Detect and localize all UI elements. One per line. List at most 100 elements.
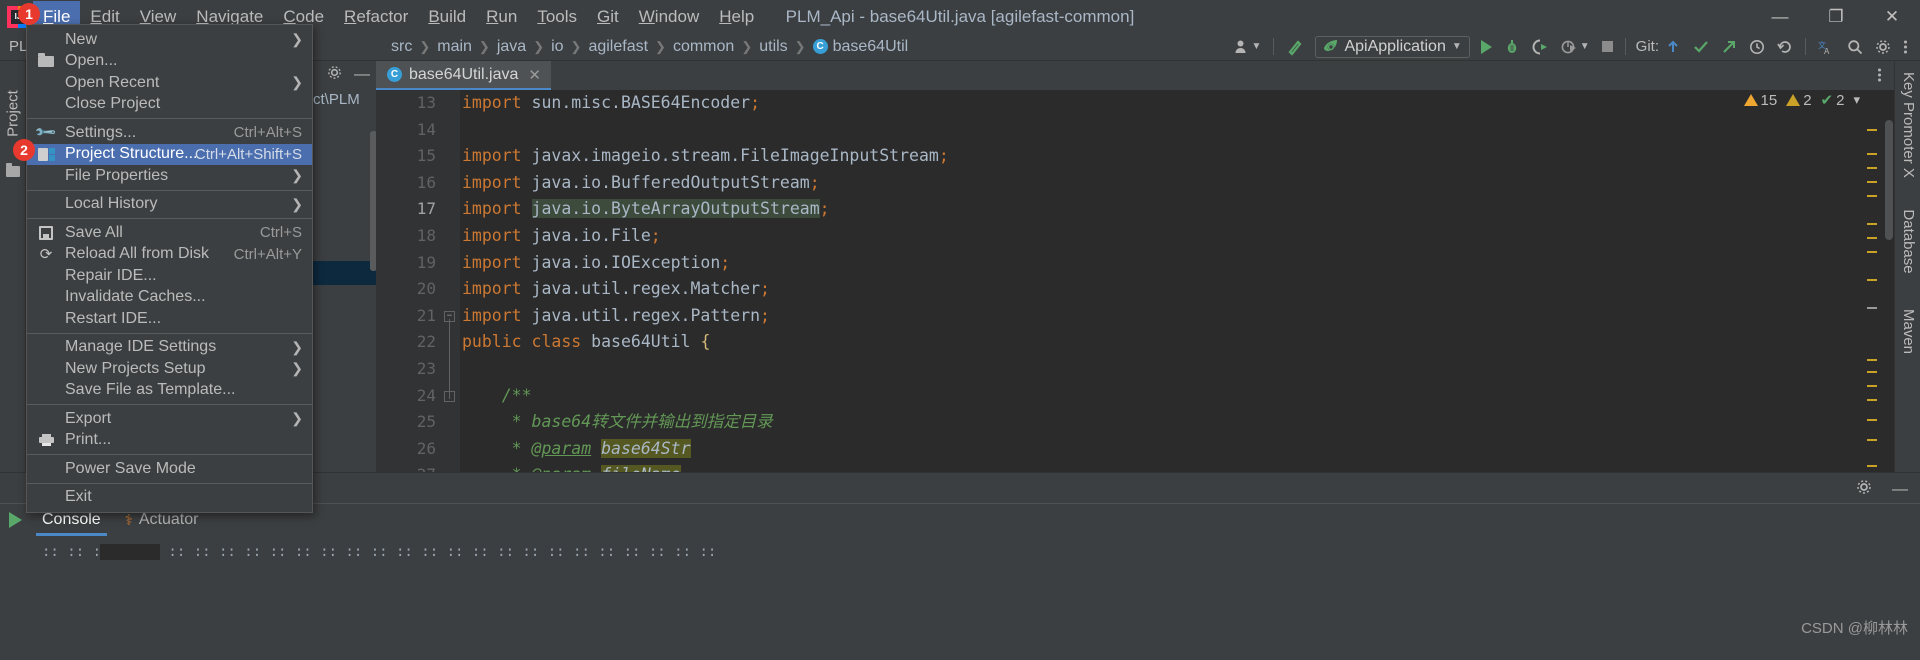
- menu-item-invalidate-caches[interactable]: Invalidate Caches...: [27, 287, 312, 309]
- editor-scrollbar[interactable]: [1885, 120, 1893, 240]
- error-stripe-marker[interactable]: [1867, 129, 1877, 131]
- inspection-widget[interactable]: 15 2 ✔ 2 ▾: [1743, 91, 1860, 110]
- folder-icon[interactable]: [6, 163, 20, 177]
- code-line[interactable]: 22 public class base64Util {: [376, 329, 1896, 356]
- sidebar-item-project[interactable]: Project: [5, 79, 22, 149]
- error-stripe-marker-column[interactable]: [1866, 119, 1878, 472]
- error-stripe-marker[interactable]: [1867, 223, 1877, 225]
- error-stripe-marker[interactable]: [1867, 359, 1877, 361]
- code-editor[interactable]: 13 import sun.misc.BASE64Encoder; 14 15 impo…: [376, 90, 1896, 472]
- error-stripe-marker[interactable]: [1867, 465, 1877, 467]
- code-line[interactable]: 15 import javax.imageio.stream.FileImageI…: [376, 143, 1896, 170]
- file-menu-popup[interactable]: New ❯ Open... Open Recent ❯ Close Project 🔧 Set…: [26, 24, 313, 513]
- error-stripe-marker[interactable]: [1867, 399, 1877, 401]
- code-lines[interactable]: 13 import sun.misc.BASE64Encoder; 14 15 impo…: [376, 90, 1896, 472]
- chevron-down-icon[interactable]: ▾: [1853, 92, 1860, 108]
- breadcrumb-item-agilefast[interactable]: agilefast: [585, 38, 651, 56]
- history-icon[interactable]: [1743, 33, 1771, 61]
- menu-item-power-save-mode[interactable]: Power Save Mode: [27, 458, 312, 480]
- editor-tab-bar[interactable]: C base64Util.java ✕: [376, 61, 1896, 90]
- sidebar-item-key-promoter[interactable]: Key Promoter X: [1900, 72, 1917, 178]
- error-stripe-marker[interactable]: [1867, 439, 1877, 441]
- run-hide-button[interactable]: —: [1892, 481, 1908, 497]
- run-settings-gear-icon[interactable]: [1856, 479, 1872, 500]
- menu-refactor[interactable]: Refactor: [334, 1, 418, 33]
- editor-tab-base64util[interactable]: C base64Util.java ✕: [376, 61, 551, 90]
- run-with-coverage-icon[interactable]: [1526, 33, 1555, 61]
- error-stripe-marker[interactable]: [1867, 419, 1877, 421]
- minimize-button[interactable]: —: [1752, 0, 1808, 33]
- menu-item-restart-ide[interactable]: Restart IDE...: [27, 308, 312, 330]
- project-settings-gear-icon[interactable]: [327, 65, 342, 84]
- breadcrumb-current-file[interactable]: Cbase64Util: [810, 38, 912, 56]
- menu-item-print[interactable]: Print...: [27, 430, 312, 452]
- git-push-icon[interactable]: [1715, 33, 1743, 61]
- menu-window[interactable]: Window: [629, 1, 709, 33]
- menu-item-export[interactable]: Export ❯: [27, 408, 312, 430]
- menu-item-project-structure[interactable]: Project Structure... Ctrl+Alt+Shift+S: [27, 143, 312, 165]
- menu-tools[interactable]: Tools: [527, 1, 587, 33]
- menu-item-new[interactable]: New ❯: [27, 29, 312, 51]
- menu-item-save-all[interactable]: Save All Ctrl+S: [27, 222, 312, 244]
- profiler-icon[interactable]: ▼: [1555, 33, 1596, 61]
- code-line[interactable]: 16 import java.io.BufferedOutputStream;: [376, 170, 1896, 197]
- menu-item-save-file-as-template[interactable]: Save File as Template...: [27, 380, 312, 402]
- error-stripe-marker[interactable]: [1867, 237, 1877, 239]
- run-icon[interactable]: [1475, 33, 1498, 61]
- chevron-down-icon[interactable]: ▼: [1452, 41, 1462, 52]
- error-stripe-marker[interactable]: [1867, 167, 1877, 169]
- revert-icon[interactable]: [1771, 33, 1799, 61]
- user-avatar-icon[interactable]: ▼: [1228, 33, 1268, 61]
- breadcrumb-item-utils[interactable]: utils: [756, 38, 790, 56]
- error-stripe-marker[interactable]: [1867, 153, 1877, 155]
- debug-icon[interactable]: [1498, 33, 1526, 61]
- menu-item-repair-ide[interactable]: Repair IDE...: [27, 265, 312, 287]
- error-stripe-marker[interactable]: [1867, 195, 1877, 197]
- chevron-down-icon[interactable]: ▼: [1580, 41, 1590, 52]
- close-button[interactable]: ✕: [1864, 0, 1920, 33]
- code-line[interactable]: 21− import java.util.regex.Pattern;: [376, 303, 1896, 330]
- inspection-warnings[interactable]: 2: [1786, 92, 1812, 109]
- code-line[interactable]: 19 import java.io.IOException;: [376, 250, 1896, 277]
- code-line[interactable]: 13 import sun.misc.BASE64Encoder;: [376, 90, 1896, 117]
- error-stripe-marker[interactable]: [1867, 385, 1877, 387]
- inspection-errors[interactable]: 15: [1743, 92, 1777, 109]
- code-line[interactable]: 26 * @param base64Str: [376, 436, 1896, 463]
- breadcrumb[interactable]: src ❯ main ❯ java ❯ io ❯ agilefast ❯ common ❯ utils ❯…: [388, 38, 911, 56]
- project-panel-header[interactable]: —: [327, 65, 370, 84]
- code-line[interactable]: 23: [376, 356, 1896, 383]
- main-toolbar[interactable]: ▼ ApiApplication ▼ ▼ Git: 文 A: [1228, 33, 1920, 61]
- breadcrumb-item-java[interactable]: java: [494, 38, 529, 56]
- menu-build[interactable]: Build: [418, 1, 476, 33]
- menu-item-local-history[interactable]: Local History ❯: [27, 194, 312, 216]
- menu-run[interactable]: Run: [476, 1, 527, 33]
- code-line[interactable]: 18 import java.io.File;: [376, 223, 1896, 250]
- error-stripe-marker[interactable]: [1867, 279, 1877, 281]
- error-stripe-marker[interactable]: [1867, 371, 1877, 373]
- rerun-icon[interactable]: [9, 512, 22, 528]
- stop-icon[interactable]: [1596, 33, 1619, 61]
- breadcrumb-item-io[interactable]: io: [548, 38, 566, 56]
- breadcrumb-item-common[interactable]: common: [670, 38, 737, 56]
- sidebar-item-maven[interactable]: Maven: [1900, 284, 1917, 379]
- error-stripe-marker[interactable]: [1867, 181, 1877, 183]
- left-tool-window-strip[interactable]: Project: [0, 61, 26, 472]
- run-configuration-selector[interactable]: ApiApplication ▼: [1315, 35, 1470, 58]
- run-window-controls[interactable]: —: [1856, 479, 1908, 500]
- code-line[interactable]: 20 import java.util.regex.Matcher;: [376, 276, 1896, 303]
- git-update-icon[interactable]: [1659, 33, 1687, 61]
- menu-item-close-project[interactable]: Close Project: [27, 94, 312, 116]
- code-line[interactable]: 17 import java.io.ByteArrayOutputStream;: [376, 196, 1896, 223]
- project-hide-button[interactable]: —: [354, 66, 370, 82]
- menu-item-open[interactable]: Open...: [27, 51, 312, 73]
- more-options-icon[interactable]: [1897, 33, 1920, 61]
- maximize-button[interactable]: ❐: [1808, 0, 1864, 33]
- breadcrumb-item-main[interactable]: main: [434, 38, 475, 56]
- sidebar-item-database[interactable]: Database: [1900, 194, 1917, 289]
- inspection-ok[interactable]: ✔ 2: [1821, 91, 1845, 110]
- run-side-actions[interactable]: [0, 504, 30, 660]
- code-line[interactable]: 24 /**: [376, 383, 1896, 410]
- settings-gear-icon[interactable]: [1869, 33, 1897, 61]
- menu-item-open-recent[interactable]: Open Recent ❯: [27, 72, 312, 94]
- build-hammer-icon[interactable]: [1280, 33, 1310, 61]
